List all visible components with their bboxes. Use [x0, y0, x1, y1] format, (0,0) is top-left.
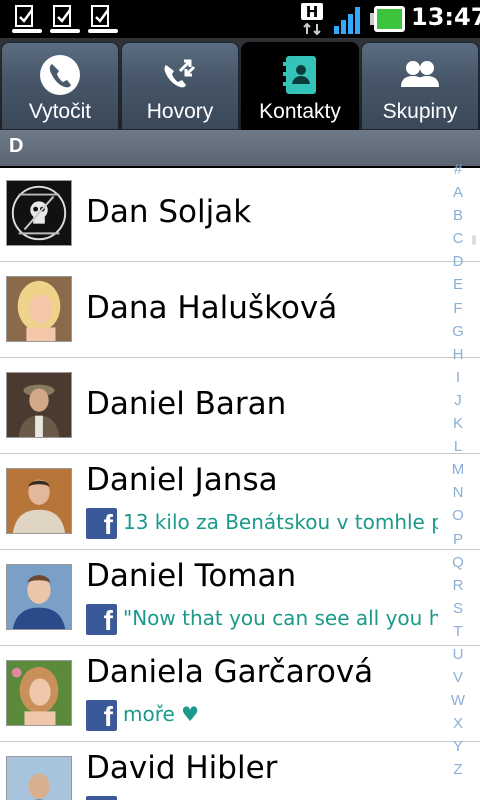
facebook-icon: f	[86, 604, 117, 636]
index-letter[interactable]: F	[446, 297, 470, 320]
contact-name: Dan Soljak	[86, 194, 252, 230]
avatar	[6, 180, 72, 246]
contact-row[interactable]: David Hibler f	[0, 742, 480, 800]
avatar	[6, 276, 72, 342]
index-letter[interactable]: Z	[446, 758, 470, 781]
groups-icon	[401, 61, 439, 87]
tab-bar: Vytočit Hovory Kontakty Skupiny	[0, 38, 480, 168]
index-letter[interactable]: Y	[446, 735, 470, 758]
tab-contacts[interactable]: Kontakty	[241, 42, 359, 130]
status-text: moře ♥	[123, 702, 200, 726]
index-letter[interactable]: N	[446, 481, 470, 504]
index-letter[interactable]: P	[446, 528, 470, 551]
status-bar: H 13:47	[0, 0, 480, 38]
tab-label: Vytočit	[28, 100, 92, 123]
tab-label: Skupiny	[382, 100, 458, 123]
index-letter[interactable]: B	[446, 204, 470, 227]
index-letter[interactable]: H	[446, 343, 470, 366]
contact-row[interactable]: Dan Soljak	[0, 166, 480, 262]
contact-row[interactable]: Daniela Garčarová f moře ♥	[0, 646, 480, 742]
index-letter[interactable]: M	[446, 458, 470, 481]
contact-status: f moře ♥	[86, 698, 438, 732]
phone-icon	[40, 55, 80, 95]
contact-name: Daniel Baran	[86, 386, 287, 422]
index-letter[interactable]: T	[446, 620, 470, 643]
contact-row[interactable]: Daniel Jansa f 13 kilo za Benátskou v to…	[0, 454, 480, 550]
index-letter[interactable]: A	[446, 181, 470, 204]
index-letter[interactable]: L	[446, 435, 470, 458]
avatar	[6, 756, 72, 800]
contact-name: Daniela Garčarová	[86, 654, 374, 690]
contact-status: f	[86, 794, 438, 800]
index-letter[interactable]: U	[446, 643, 470, 666]
signal-icon	[334, 7, 360, 34]
avatar	[6, 660, 72, 726]
index-letter[interactable]: J	[446, 389, 470, 412]
scrollbar[interactable]	[472, 235, 476, 245]
index-letter[interactable]: R	[446, 574, 470, 597]
index-letter[interactable]: D	[446, 250, 470, 273]
index-letter[interactable]: Q	[446, 551, 470, 574]
alphabet-index[interactable]: # A B C D E F G H I J K L M N O P Q R S T U V W X Y Z	[446, 158, 470, 782]
hspa-data-icon: H	[301, 3, 323, 36]
contact-status: f "Now that you can see all you have	[86, 602, 438, 636]
contact-name: Daniel Toman	[86, 558, 297, 594]
section-header: D	[0, 130, 480, 166]
index-letter[interactable]: O	[446, 504, 470, 527]
status-text: 13 kilo za Benátskou v tomhle poča	[123, 510, 438, 534]
task-check-icon	[12, 5, 42, 33]
index-letter[interactable]: W	[446, 689, 470, 712]
tab-label: Kontakty	[259, 100, 341, 123]
index-letter[interactable]: V	[446, 666, 470, 689]
contact-name: Dana Halušková	[86, 290, 338, 326]
tab-dialer[interactable]: Vytočit	[1, 42, 119, 130]
facebook-icon: f	[86, 700, 117, 732]
network-label: H	[306, 3, 319, 21]
contacts-icon	[283, 56, 316, 94]
facebook-icon: f	[86, 796, 117, 800]
contact-row[interactable]: Daniel Baran	[0, 358, 480, 454]
facebook-icon: f	[86, 508, 117, 540]
index-letter[interactable]: G	[446, 320, 470, 343]
index-letter[interactable]: C	[446, 227, 470, 250]
section-letter: D	[9, 135, 24, 157]
index-letter[interactable]: S	[446, 597, 470, 620]
clock: 13:47	[411, 3, 480, 31]
call-log-icon	[164, 59, 196, 88]
avatar	[6, 468, 72, 534]
avatar	[6, 372, 72, 438]
index-letter[interactable]: E	[446, 273, 470, 296]
index-letter[interactable]: #	[446, 158, 470, 181]
contact-row[interactable]: Dana Halušková	[0, 262, 480, 358]
index-letter[interactable]: I	[446, 366, 470, 389]
contact-status: f 13 kilo za Benátskou v tomhle poča	[86, 506, 438, 540]
tab-call-log[interactable]: Hovory	[121, 42, 239, 130]
index-letter[interactable]: X	[446, 712, 470, 735]
index-letter[interactable]: K	[446, 412, 470, 435]
tab-groups[interactable]: Skupiny	[361, 42, 479, 130]
battery-icon	[370, 6, 405, 32]
avatar	[6, 564, 72, 630]
contact-list[interactable]: Dan Soljak Dana Halušková Daniel Baran D…	[0, 166, 480, 800]
tab-label: Hovory	[146, 100, 214, 123]
contact-name: Daniel Jansa	[86, 462, 278, 498]
status-text: "Now that you can see all you have	[123, 606, 438, 630]
task-check-icon	[50, 5, 80, 33]
contact-row[interactable]: Daniel Toman f "Now that you can see all…	[0, 550, 480, 646]
task-check-icon	[88, 5, 118, 33]
contact-name: David Hibler	[86, 750, 278, 786]
